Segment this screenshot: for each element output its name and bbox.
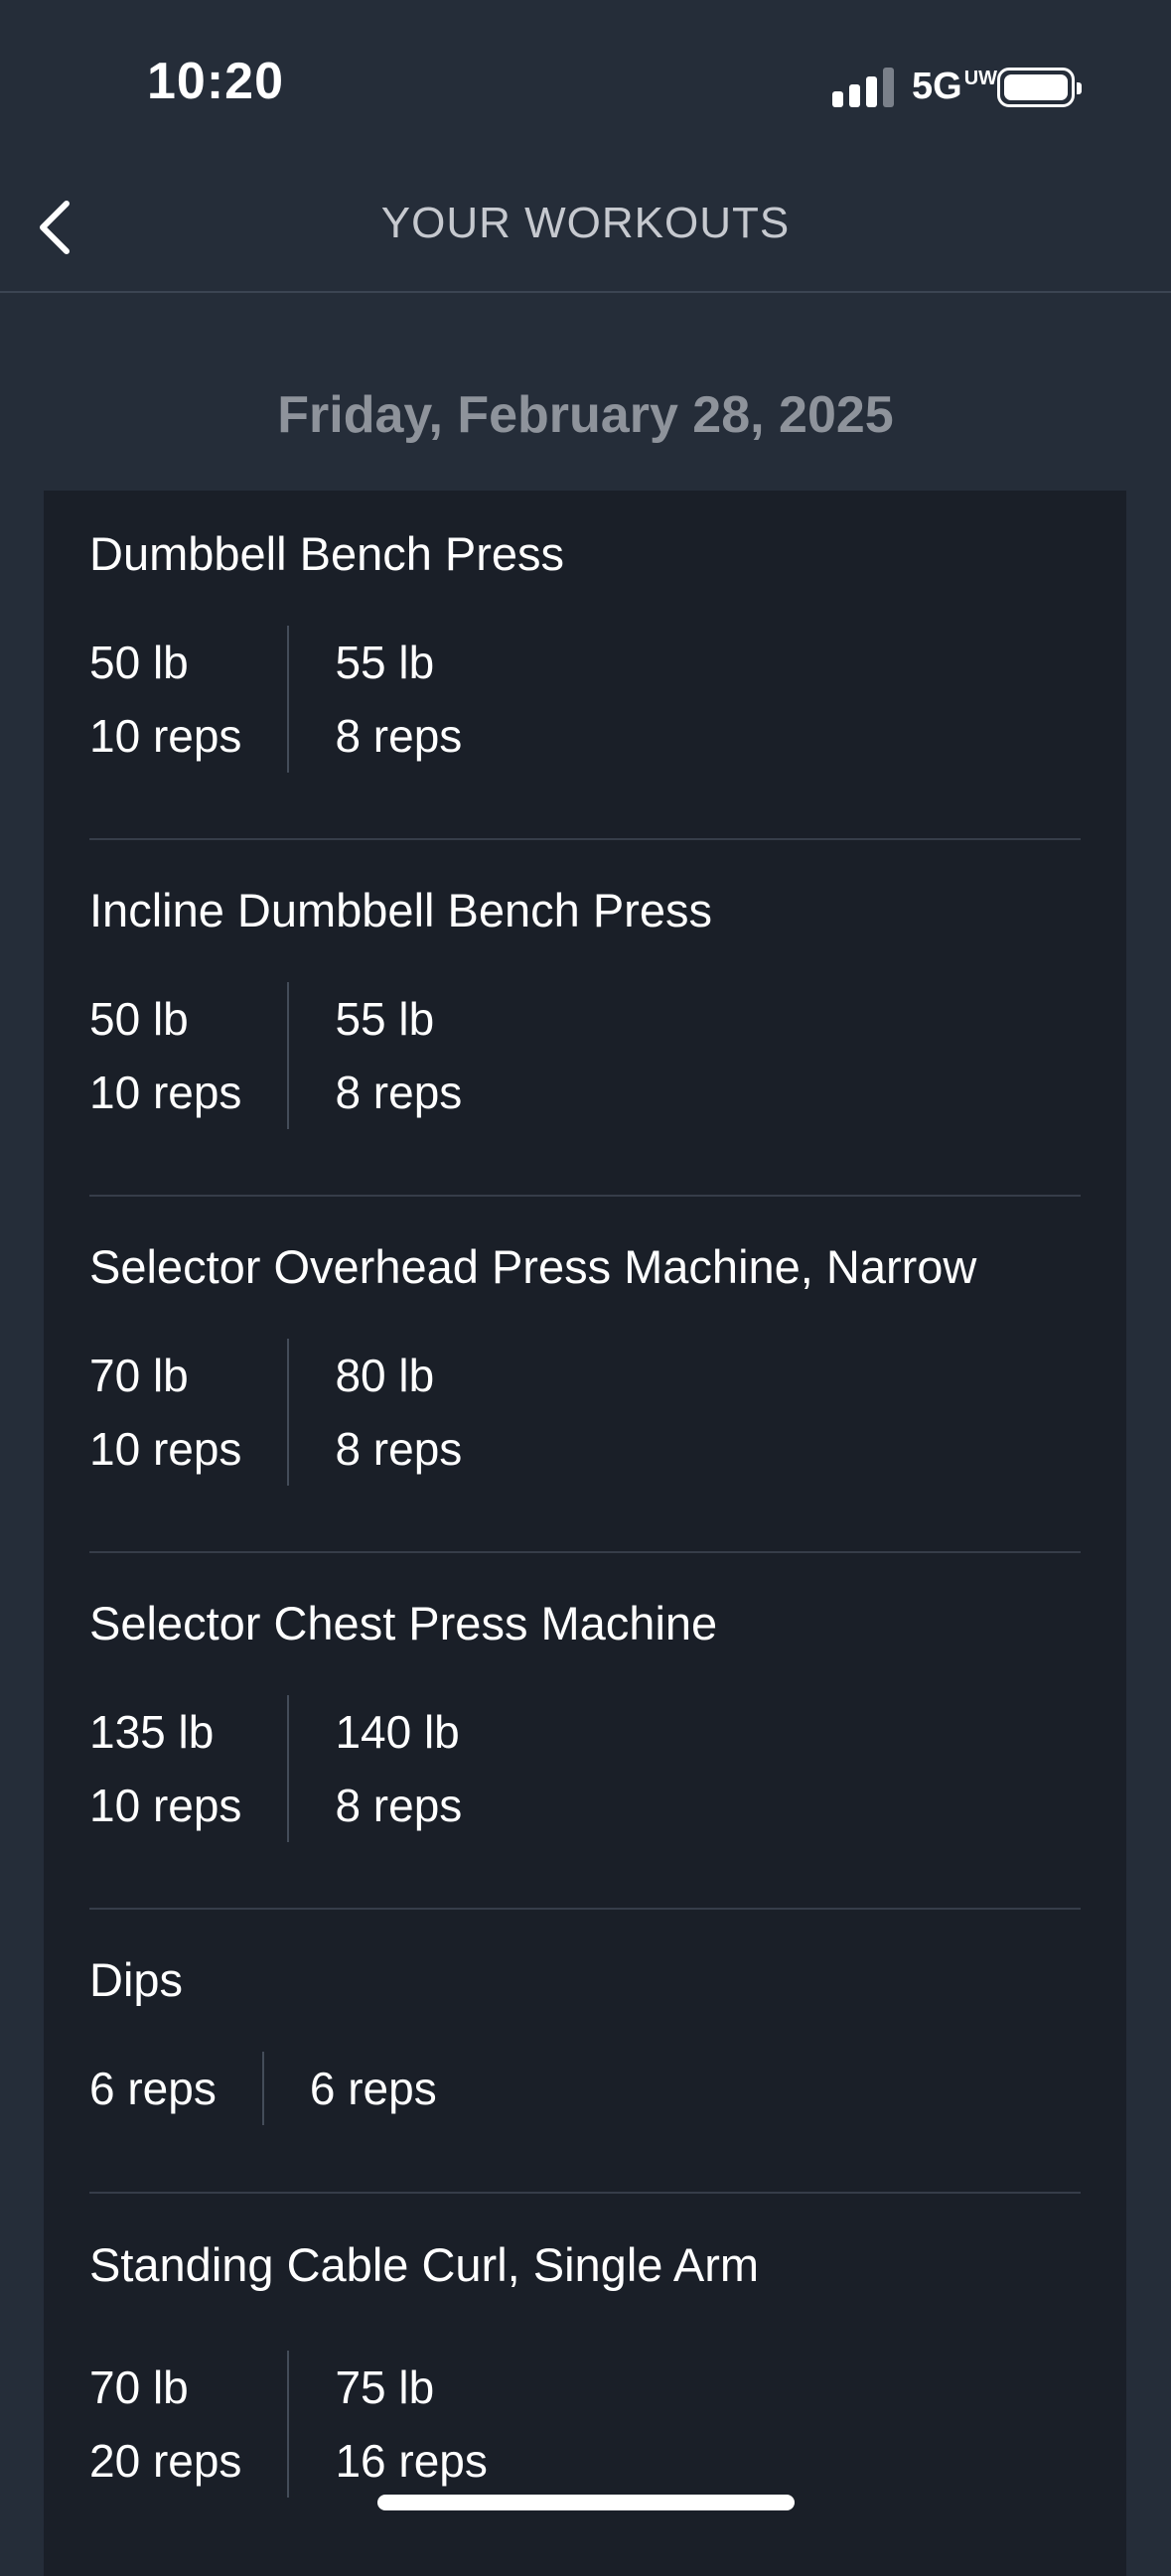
divider [89, 2192, 1081, 2194]
set-list: 50 lb 10 reps 55 lb 8 reps [89, 982, 462, 1129]
network-badge: UW [963, 68, 998, 89]
set-weight: 80 lb [335, 1350, 435, 1401]
divider [89, 838, 1081, 840]
set-weight: 75 lb [335, 2361, 435, 2413]
set-reps: 8 reps [335, 1423, 463, 1475]
set-item: 6 reps [264, 2052, 437, 2125]
set-list: 70 lb 20 reps 75 lb 16 reps [89, 2351, 488, 2498]
status-bar: 10:20 5G UW [0, 0, 1171, 169]
set-weight: 50 lb [89, 637, 189, 688]
set-weight: 70 lb [89, 1350, 189, 1401]
network-indicator: 5G UW [912, 66, 997, 108]
set-weight: 55 lb [335, 993, 435, 1045]
set-item: 140 lb 8 reps [289, 1695, 462, 1842]
exercise-name: Dumbbell Bench Press [89, 527, 565, 580]
set-weight: 50 lb [89, 993, 189, 1045]
divider [89, 1551, 1081, 1553]
set-item: 80 lb 8 reps [289, 1339, 462, 1486]
set-reps: 10 reps [89, 1423, 242, 1475]
set-item: 6 reps [89, 2052, 264, 2125]
page-title: YOUR WORKOUTS [380, 199, 791, 247]
status-time: 10:20 [147, 53, 284, 110]
exercise-name: Incline Dumbbell Bench Press [89, 884, 712, 936]
exercise-name: Selector Chest Press Machine [89, 1597, 718, 1649]
signal-icon [832, 66, 894, 107]
set-list: 6 reps 6 reps [89, 2052, 437, 2125]
nav-bar: YOUR WORKOUTS [0, 169, 1171, 293]
battery-icon [997, 68, 1082, 107]
set-item: 50 lb 10 reps [89, 982, 290, 1129]
set-weight: 140 lb [335, 1706, 460, 1758]
exercise-name: Standing Cable Curl, Single Arm [89, 2238, 760, 2291]
set-weight: 55 lb [335, 637, 435, 688]
set-reps: 8 reps [335, 1780, 463, 1831]
set-reps: 10 reps [89, 1780, 242, 1831]
divider [89, 1908, 1081, 1910]
workout-card: Dumbbell Bench Press 50 lb 10 reps 55 lb… [44, 491, 1126, 2576]
set-reps: 20 reps [89, 2435, 242, 2487]
set-item: 70 lb 10 reps [89, 1339, 290, 1486]
set-reps: 10 reps [89, 1067, 242, 1118]
network-label: 5G [912, 66, 962, 107]
set-reps: 10 reps [89, 710, 242, 762]
set-weight: 135 lb [89, 1706, 215, 1758]
set-item: 55 lb 8 reps [289, 982, 462, 1129]
set-list: 50 lb 10 reps 55 lb 8 reps [89, 626, 462, 773]
set-weight: 70 lb [89, 2361, 189, 2413]
workout-date: Friday, February 28, 2025 [277, 386, 894, 444]
set-reps: 8 reps [335, 710, 463, 762]
set-item: 75 lb 16 reps [289, 2351, 487, 2498]
set-item: 55 lb 8 reps [289, 626, 462, 773]
home-indicator[interactable] [377, 2495, 795, 2510]
set-reps: 6 reps [309, 2063, 437, 2114]
exercise-name: Selector Overhead Press Machine, Narrow [89, 1240, 977, 1293]
set-list: 135 lb 10 reps 140 lb 8 reps [89, 1695, 462, 1842]
exercise-name: Dips [89, 1953, 184, 2006]
set-item: 50 lb 10 reps [89, 626, 290, 773]
set-reps: 16 reps [335, 2435, 488, 2487]
set-reps: 6 reps [89, 2063, 217, 2114]
set-list: 70 lb 10 reps 80 lb 8 reps [89, 1339, 462, 1486]
set-item: 70 lb 20 reps [89, 2351, 290, 2498]
set-item: 135 lb 10 reps [89, 1695, 290, 1842]
set-reps: 8 reps [335, 1067, 463, 1118]
divider [89, 1195, 1081, 1197]
